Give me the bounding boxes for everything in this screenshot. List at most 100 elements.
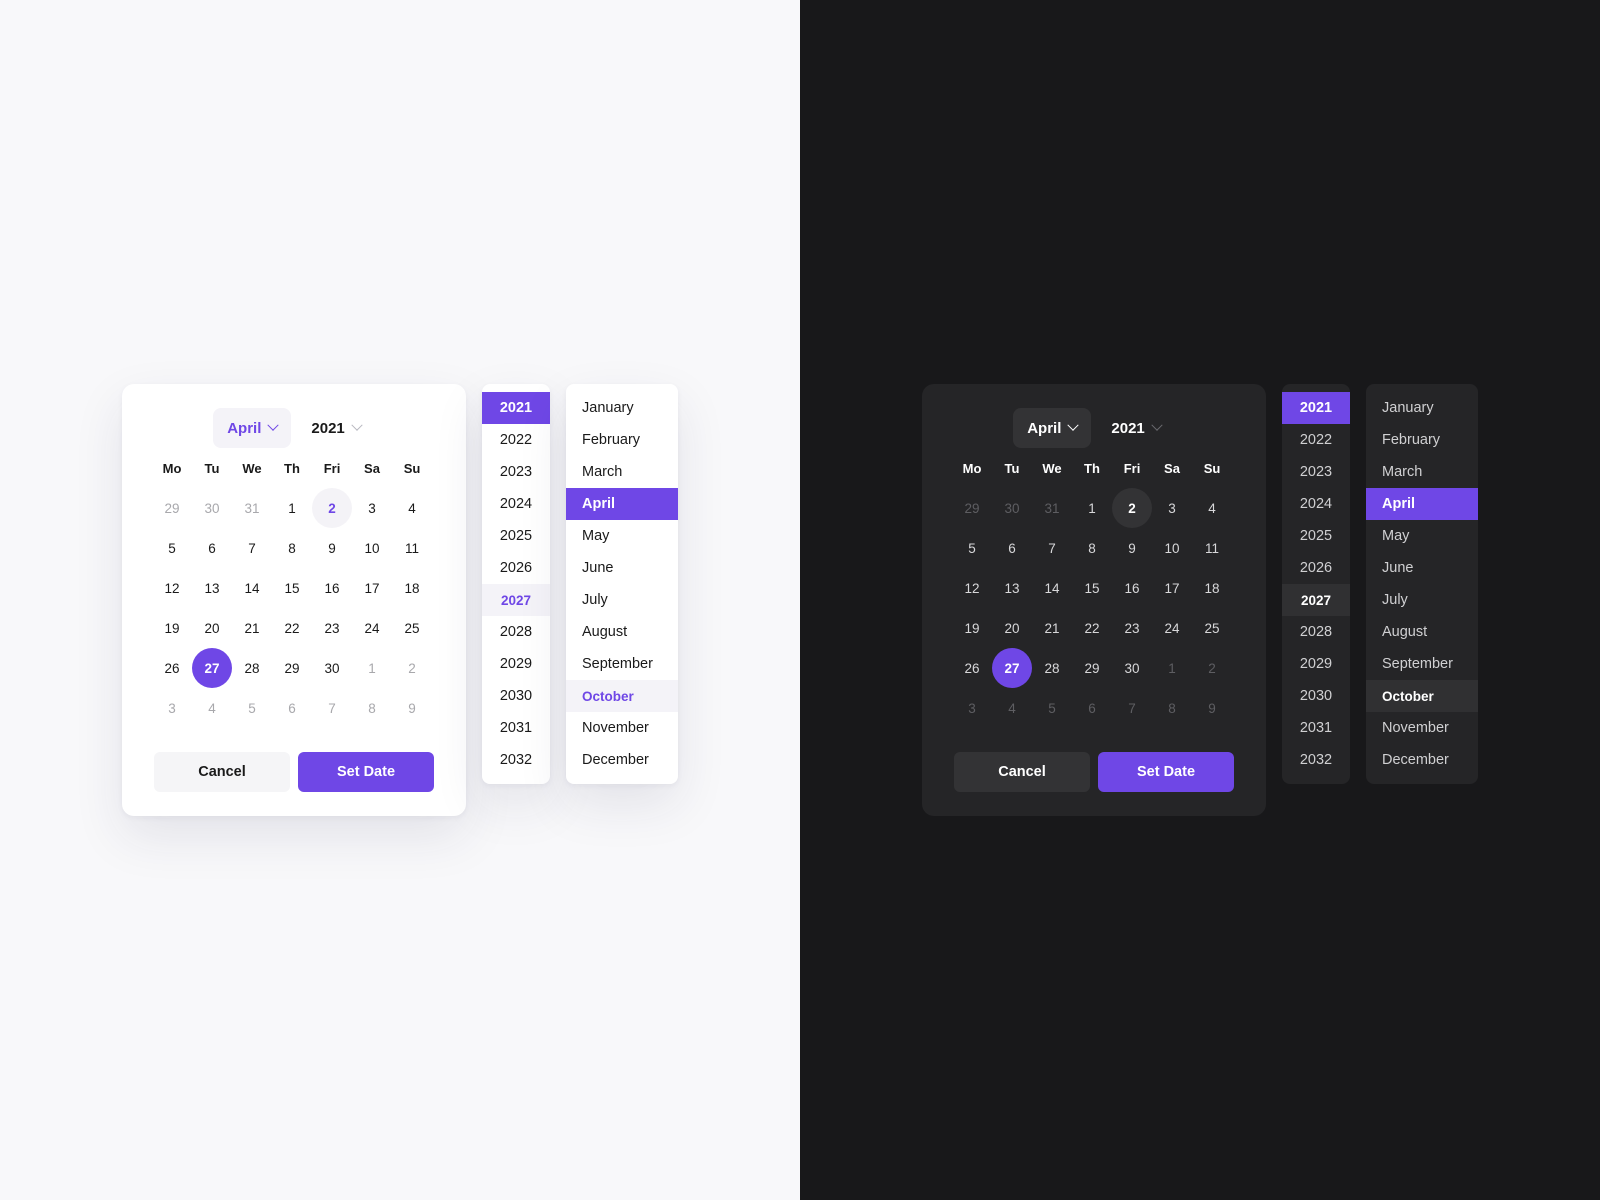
day-cell[interactable]: 29 <box>272 648 312 688</box>
day-cell[interactable]: 28 <box>232 648 272 688</box>
month-option[interactable]: November <box>1366 712 1478 744</box>
day-cell[interactable]: 12 <box>152 568 192 608</box>
day-cell[interactable]: 28 <box>1032 648 1072 688</box>
year-option[interactable]: 2025 <box>1282 520 1350 552</box>
day-cell[interactable]: 8 <box>352 688 392 728</box>
day-cell[interactable]: 22 <box>272 608 312 648</box>
day-cell[interactable]: 31 <box>1032 488 1072 528</box>
day-cell[interactable]: 8 <box>1152 688 1192 728</box>
day-cell[interactable]: 1 <box>1072 488 1112 528</box>
day-cell[interactable]: 4 <box>992 688 1032 728</box>
day-cell[interactable]: 4 <box>192 688 232 728</box>
day-cell[interactable]: 6 <box>272 688 312 728</box>
day-cell[interactable]: 3 <box>952 688 992 728</box>
day-cell[interactable]: 14 <box>232 568 272 608</box>
month-option[interactable]: December <box>1366 744 1478 776</box>
cancel-button[interactable]: Cancel <box>154 752 290 792</box>
month-option[interactable]: July <box>566 584 678 616</box>
year-option[interactable]: 2028 <box>482 616 550 648</box>
month-option[interactable]: January <box>1366 392 1478 424</box>
month-option[interactable]: February <box>566 424 678 456</box>
year-option[interactable]: 2031 <box>482 712 550 744</box>
year-option[interactable]: 2021 <box>482 392 550 424</box>
day-cell[interactable]: 17 <box>352 568 392 608</box>
day-cell[interactable]: 3 <box>152 688 192 728</box>
day-cell[interactable]: 9 <box>1112 528 1152 568</box>
day-cell[interactable]: 11 <box>392 528 432 568</box>
day-cell[interactable]: 12 <box>952 568 992 608</box>
month-option[interactable]: October <box>1366 680 1478 712</box>
month-option[interactable]: September <box>566 648 678 680</box>
day-cell[interactable]: 29 <box>152 488 192 528</box>
day-cell[interactable]: 1 <box>272 488 312 528</box>
year-option[interactable]: 2027 <box>482 584 550 616</box>
year-option[interactable]: 2028 <box>1282 616 1350 648</box>
day-cell[interactable]: 20 <box>192 608 232 648</box>
day-cell[interactable]: 30 <box>1112 648 1152 688</box>
day-cell[interactable]: 18 <box>392 568 432 608</box>
year-option[interactable]: 2031 <box>1282 712 1350 744</box>
month-option[interactable]: March <box>566 456 678 488</box>
month-option[interactable]: July <box>1366 584 1478 616</box>
year-option[interactable]: 2032 <box>482 744 550 776</box>
year-option[interactable]: 2027 <box>1282 584 1350 616</box>
day-cell[interactable]: 7 <box>312 688 352 728</box>
day-cell[interactable]: 7 <box>232 528 272 568</box>
day-cell[interactable]: 26 <box>952 648 992 688</box>
day-cell[interactable]: 11 <box>1192 528 1232 568</box>
month-option[interactable]: January <box>566 392 678 424</box>
day-cell[interactable]: 15 <box>1072 568 1112 608</box>
day-cell[interactable]: 2 <box>1192 648 1232 688</box>
day-cell[interactable]: 9 <box>312 528 352 568</box>
day-cell[interactable]: 24 <box>1152 608 1192 648</box>
day-cell[interactable]: 10 <box>352 528 392 568</box>
day-cell[interactable]: 20 <box>992 608 1032 648</box>
month-dropdown[interactable]: April <box>1013 408 1092 448</box>
year-option[interactable]: 2026 <box>482 552 550 584</box>
set-date-button[interactable]: Set Date <box>1098 752 1234 792</box>
month-option[interactable]: September <box>1366 648 1478 680</box>
month-option[interactable]: June <box>1366 552 1478 584</box>
month-option[interactable]: December <box>566 744 678 776</box>
year-option[interactable]: 2024 <box>1282 488 1350 520</box>
cancel-button[interactable]: Cancel <box>954 752 1090 792</box>
year-option[interactable]: 2023 <box>482 456 550 488</box>
year-option[interactable]: 2030 <box>482 680 550 712</box>
month-option[interactable]: June <box>566 552 678 584</box>
month-option[interactable]: April <box>1366 488 1478 520</box>
year-option[interactable]: 2022 <box>482 424 550 456</box>
day-cell[interactable]: 31 <box>232 488 272 528</box>
day-cell[interactable]: 7 <box>1032 528 1072 568</box>
day-cell[interactable]: 30 <box>312 648 352 688</box>
year-option[interactable]: 2024 <box>482 488 550 520</box>
day-cell[interactable]: 8 <box>1072 528 1112 568</box>
day-cell-today[interactable]: 2 <box>1112 488 1152 528</box>
year-option[interactable]: 2032 <box>1282 744 1350 776</box>
month-option[interactable]: October <box>566 680 678 712</box>
year-option[interactable]: 2029 <box>1282 648 1350 680</box>
day-cell[interactable]: 5 <box>952 528 992 568</box>
year-option[interactable]: 2026 <box>1282 552 1350 584</box>
day-cell[interactable]: 6 <box>992 528 1032 568</box>
set-date-button[interactable]: Set Date <box>298 752 434 792</box>
day-cell[interactable]: 6 <box>192 528 232 568</box>
day-cell[interactable]: 19 <box>152 608 192 648</box>
year-option[interactable]: 2022 <box>1282 424 1350 456</box>
day-cell[interactable]: 30 <box>992 488 1032 528</box>
month-option[interactable]: May <box>566 520 678 552</box>
day-cell[interactable]: 21 <box>1032 608 1072 648</box>
day-cell[interactable]: 29 <box>1072 648 1112 688</box>
year-option[interactable]: 2023 <box>1282 456 1350 488</box>
year-option[interactable]: 2021 <box>1282 392 1350 424</box>
day-cell[interactable]: 21 <box>232 608 272 648</box>
day-cell[interactable]: 1 <box>352 648 392 688</box>
month-option[interactable]: March <box>1366 456 1478 488</box>
year-option[interactable]: 2029 <box>482 648 550 680</box>
day-cell[interactable]: 9 <box>1192 688 1232 728</box>
day-cell-selected[interactable]: 27 <box>992 648 1032 688</box>
day-cell[interactable]: 23 <box>312 608 352 648</box>
day-cell[interactable]: 16 <box>1112 568 1152 608</box>
day-cell[interactable]: 24 <box>352 608 392 648</box>
day-cell[interactable]: 5 <box>232 688 272 728</box>
month-option[interactable]: May <box>1366 520 1478 552</box>
